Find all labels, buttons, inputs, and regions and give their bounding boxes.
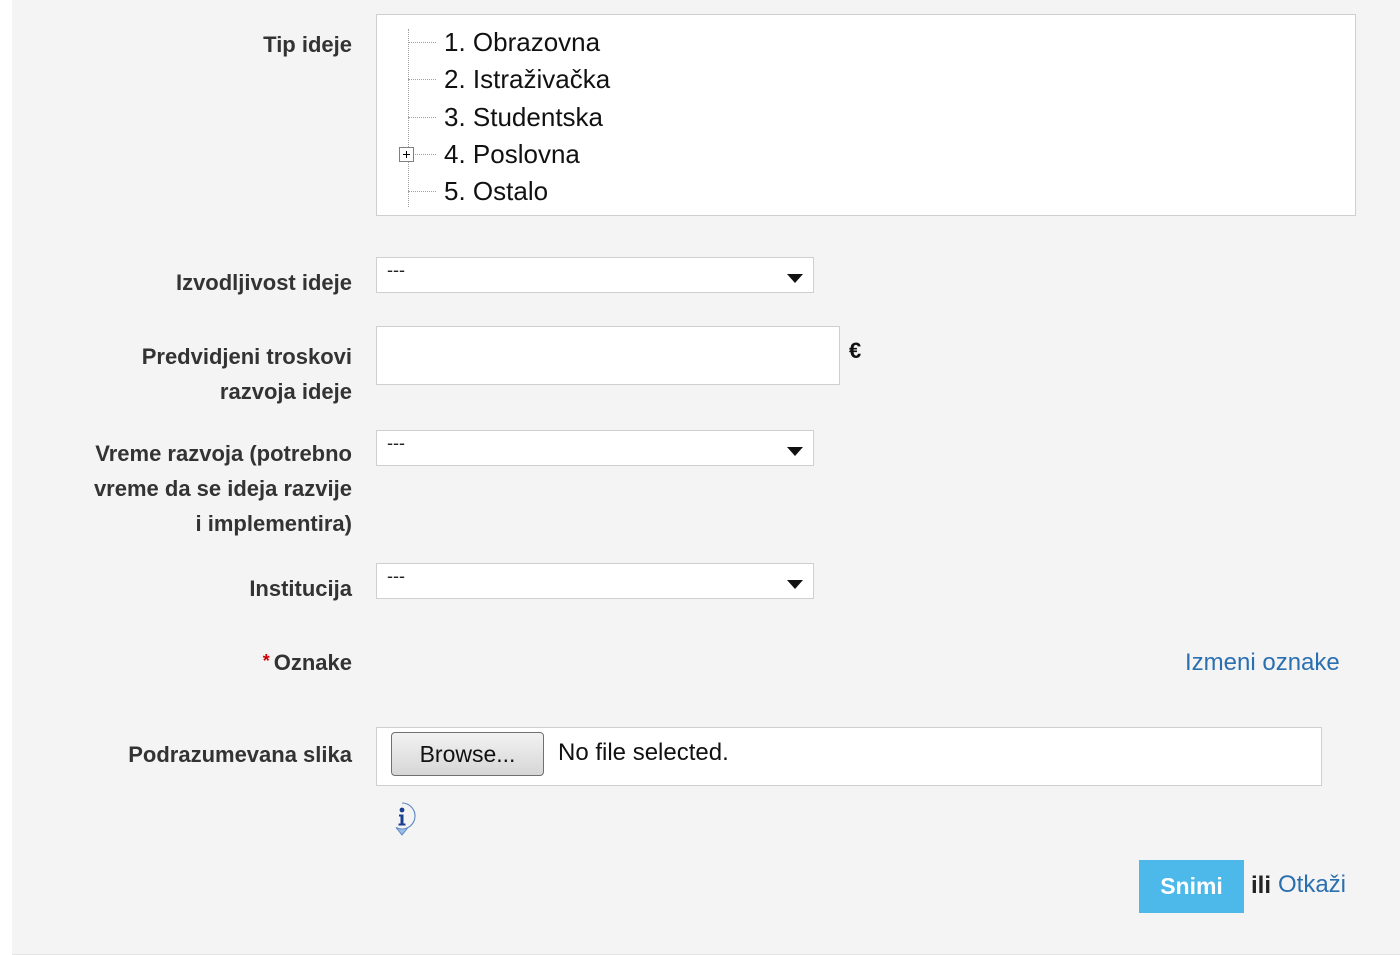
file-status: No file selected. — [558, 739, 729, 766]
or-text: ili — [1251, 872, 1272, 899]
tree-item-poslovna[interactable]: 4. Poslovna — [399, 136, 1008, 173]
info-icon[interactable] — [386, 801, 418, 837]
tree-item-obrazovna[interactable]: 1. Obrazovna — [408, 24, 1008, 61]
browse-button[interactable]: Browse... — [391, 732, 544, 776]
idea-type-label: Tip ideje — [263, 32, 352, 57]
euro-unit: € — [849, 338, 862, 363]
edit-tags-link[interactable]: Izmeni oznake — [1185, 649, 1340, 677]
required-marker: * — [262, 651, 270, 671]
tree-item-label: 3. Studentska — [444, 102, 603, 132]
default-image-file-input[interactable]: Browse... No file selected. — [376, 727, 1322, 786]
tags-label: * Oznake — [262, 650, 352, 675]
chevron-down-icon — [787, 580, 803, 589]
tree-item-label: 4. Poslovna — [444, 139, 580, 169]
development-time-label-line1: Vreme razvoja (potrebno — [95, 441, 352, 466]
costs-label-line2: razvoja ideje — [219, 379, 352, 404]
feasibility-value: --- — [387, 260, 405, 280]
institution-select[interactable]: --- — [376, 563, 814, 599]
development-time-label-line2: vreme da se ideja razvije — [93, 476, 352, 501]
idea-type-tree[interactable]: 1. Obrazovna 2. Istraživačka 3. Students… — [376, 14, 1356, 216]
development-time-label-line3: i implementira) — [195, 511, 352, 536]
save-button[interactable]: Snimi — [1139, 860, 1244, 913]
tree-item-label: 2. Istraživačka — [444, 64, 611, 94]
development-time-value: --- — [387, 433, 405, 453]
cancel-link[interactable]: Otkaži — [1278, 871, 1346, 899]
chevron-down-icon — [787, 274, 803, 283]
tree-item-studentska[interactable]: 3. Studentska — [408, 99, 1008, 136]
tree-item-label: 5. Ostalo — [444, 176, 549, 206]
costs-input[interactable] — [376, 326, 840, 385]
tree-item-ostalo[interactable]: 5. Ostalo — [408, 173, 1008, 210]
development-time-select[interactable]: --- — [376, 430, 814, 466]
tree-item-label: 1. Obrazovna — [444, 27, 601, 57]
feasibility-label: Izvodljivost ideje — [175, 270, 352, 295]
institution-label: Institucija — [249, 576, 352, 601]
tree-item-istrazivacka[interactable]: 2. Istraživačka — [408, 61, 1008, 98]
plus-box-icon[interactable] — [399, 147, 414, 162]
development-time-label: Vreme razvoja (potrebno vreme da se idej… — [94, 436, 352, 541]
costs-label: Predvidjeni troskovi razvoja ideje — [142, 339, 352, 409]
chevron-down-icon — [787, 447, 803, 456]
default-image-label: Podrazumevana slika — [128, 742, 352, 767]
feasibility-select[interactable]: --- — [376, 257, 814, 293]
costs-label-line1: Predvidjeni troskovi — [141, 344, 352, 369]
institution-value: --- — [387, 566, 405, 586]
